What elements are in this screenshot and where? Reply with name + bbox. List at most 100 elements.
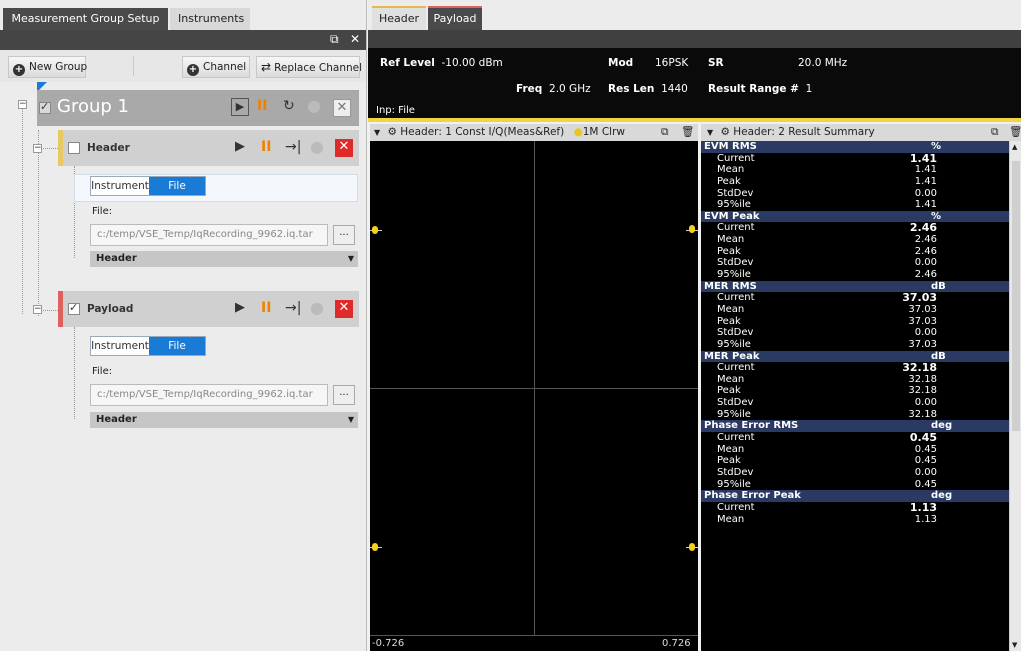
axis-line [370,635,698,636]
step-icon[interactable]: →| [285,300,301,316]
stat-label: StdDev [717,397,754,409]
play-icon[interactable]: ▶ [231,98,249,116]
file-path-field[interactable]: c:/temp/VSE_Temp/IqRecording_9962.iq.tar [90,384,328,406]
stat-value: 37.03 [908,303,937,315]
group-checkbox[interactable] [39,100,51,114]
source-file[interactable]: File [149,337,205,355]
tab-measurement-group-setup[interactable]: Measurement Group Setup [3,8,168,30]
step-icon[interactable]: →| [285,139,301,155]
replace-channel-button[interactable]: ⇄ Replace Channel [256,56,362,78]
group-expander[interactable]: − [18,100,27,109]
summary-row: Peak 32.18 [701,385,1009,397]
summary-row: Peak 37.03 [701,316,1009,328]
channel-tab-bar: Header Payload [368,0,1021,30]
settings-icon[interactable]: ⚙ [721,126,730,138]
group-row[interactable]: Group 1 ▶ II ↻ ● ✕ [37,90,359,126]
summary-row: StdDev 0.00 [701,188,1009,200]
stat-value: 0.00 [914,187,937,199]
source-instrument[interactable]: Instrument [91,177,149,195]
header-dropdown[interactable]: Header ▼ [90,251,358,267]
collapse-icon[interactable]: ▼ [707,128,713,137]
tab-header[interactable]: Header [372,6,426,30]
vertical-scrollbar[interactable]: ▲ ▼ [1009,141,1021,651]
result-summary-window-header[interactable]: ▼ ⚙ Header: 2 Result Summary ⧉ 🗑 [701,124,1021,141]
source-instrument[interactable]: Instrument [91,337,149,355]
constellation-point [689,543,695,551]
stat-value: 32.18 [908,385,937,397]
summary-row: StdDev 0.00 [701,397,1009,409]
freq-label: Freq [516,83,543,95]
stat-value: 1.41 [909,151,937,165]
summary-row: 95%ile 0.45 [701,479,1009,491]
delete-icon[interactable]: 🗑 [1009,124,1021,141]
record-icon[interactable]: ● [310,298,324,317]
summary-row: Mean 1.13 [701,514,1009,526]
record-icon[interactable]: ● [310,137,324,156]
stat-value: 1.41 [914,164,937,176]
source-selector-header[interactable]: Instrument File [90,176,206,196]
stat-value: 0.45 [914,443,937,455]
add-channel-button[interactable]: + Channel [182,56,250,78]
source-file[interactable]: File [149,177,205,195]
browse-button[interactable]: ... [333,225,355,245]
stat-label: StdDev [717,327,754,339]
browse-button[interactable]: ... [333,385,355,405]
new-group-button[interactable]: + New Group [8,56,87,78]
scrollbar-thumb[interactable] [1012,161,1020,431]
tree-line [38,130,39,316]
channel-header-strip [368,30,1021,48]
stat-label: Peak [717,175,741,187]
pause-icon[interactable]: II [257,98,267,114]
file-path-field[interactable]: c:/temp/VSE_Temp/IqRecording_9962.iq.tar [90,224,328,246]
record-icon[interactable]: ● [307,96,321,115]
scroll-down-icon[interactable]: ▼ [1012,641,1017,649]
metric-name: EVM Peak [704,210,760,222]
summary-row: 95%ile 32.18 [701,409,1009,421]
header-channel-checkbox[interactable] [68,142,80,154]
summary-group-header: EVM Peak% [701,210,1009,223]
collapse-icon[interactable]: ▼ [374,128,380,137]
group-label: Group 1 [57,96,129,117]
payload-channel-expander[interactable]: − [33,305,42,314]
channel-label: Payload [87,303,134,315]
undock-icon[interactable]: ⧉ [661,124,669,141]
stat-label: Current [717,432,755,444]
play-icon[interactable]: ▶ [235,139,245,154]
freq-value: 2.0 GHz [549,83,591,95]
constellation-window-header[interactable]: ▼ ⚙ Header: 1 Const I/Q(Meas&Ref) ●1M Cl… [370,124,698,141]
delete-icon[interactable]: 🗑 [681,124,694,141]
constellation-plot[interactable]: -0.726 0.726 [370,141,698,651]
remove-channel-button[interactable]: ✕ [335,139,353,157]
stat-label: Mean [717,443,745,455]
channel-row-payload[interactable]: Payload ▶ II →| ● ✕ [58,291,359,327]
tab-instruments[interactable]: Instruments [170,8,250,30]
summary-row: StdDev 0.00 [701,327,1009,339]
summary-row: Current 1.13 [701,502,1009,514]
stat-label: Current [717,362,755,374]
metric-name: Phase Error RMS [704,420,799,432]
undock-icon[interactable]: ⧉ [330,32,339,47]
tab-payload[interactable]: Payload [428,6,482,30]
payload-dropdown[interactable]: Header ▼ [90,412,358,428]
pause-icon[interactable]: II [261,139,271,155]
stat-label: Mean [717,234,745,246]
scroll-up-icon[interactable]: ▲ [1012,143,1017,151]
header-channel-expander[interactable]: − [33,144,42,153]
play-icon[interactable]: ▶ [235,300,245,315]
channel-row-header[interactable]: Header ▶ II →| ● ✕ [58,130,359,166]
remove-channel-button[interactable]: ✕ [335,300,353,318]
dropdown-value: Header [96,253,137,264]
settings-icon[interactable]: ⚙ [388,126,397,138]
tree-line [22,104,23,314]
undock-icon[interactable]: ⧉ [991,124,999,141]
stat-label: StdDev [717,257,754,269]
payload-channel-checkbox[interactable] [68,301,80,315]
source-selector-payload[interactable]: Instrument File [90,336,206,356]
stat-value: 0.00 [914,397,937,409]
remove-group-button[interactable]: ✕ [333,99,351,117]
dropdown-value: Header [96,414,137,425]
refresh-icon[interactable]: ↻ [283,98,295,114]
pause-icon[interactable]: II [261,300,271,316]
close-icon[interactable]: ✕ [350,32,360,46]
stat-label: Current [717,152,755,164]
